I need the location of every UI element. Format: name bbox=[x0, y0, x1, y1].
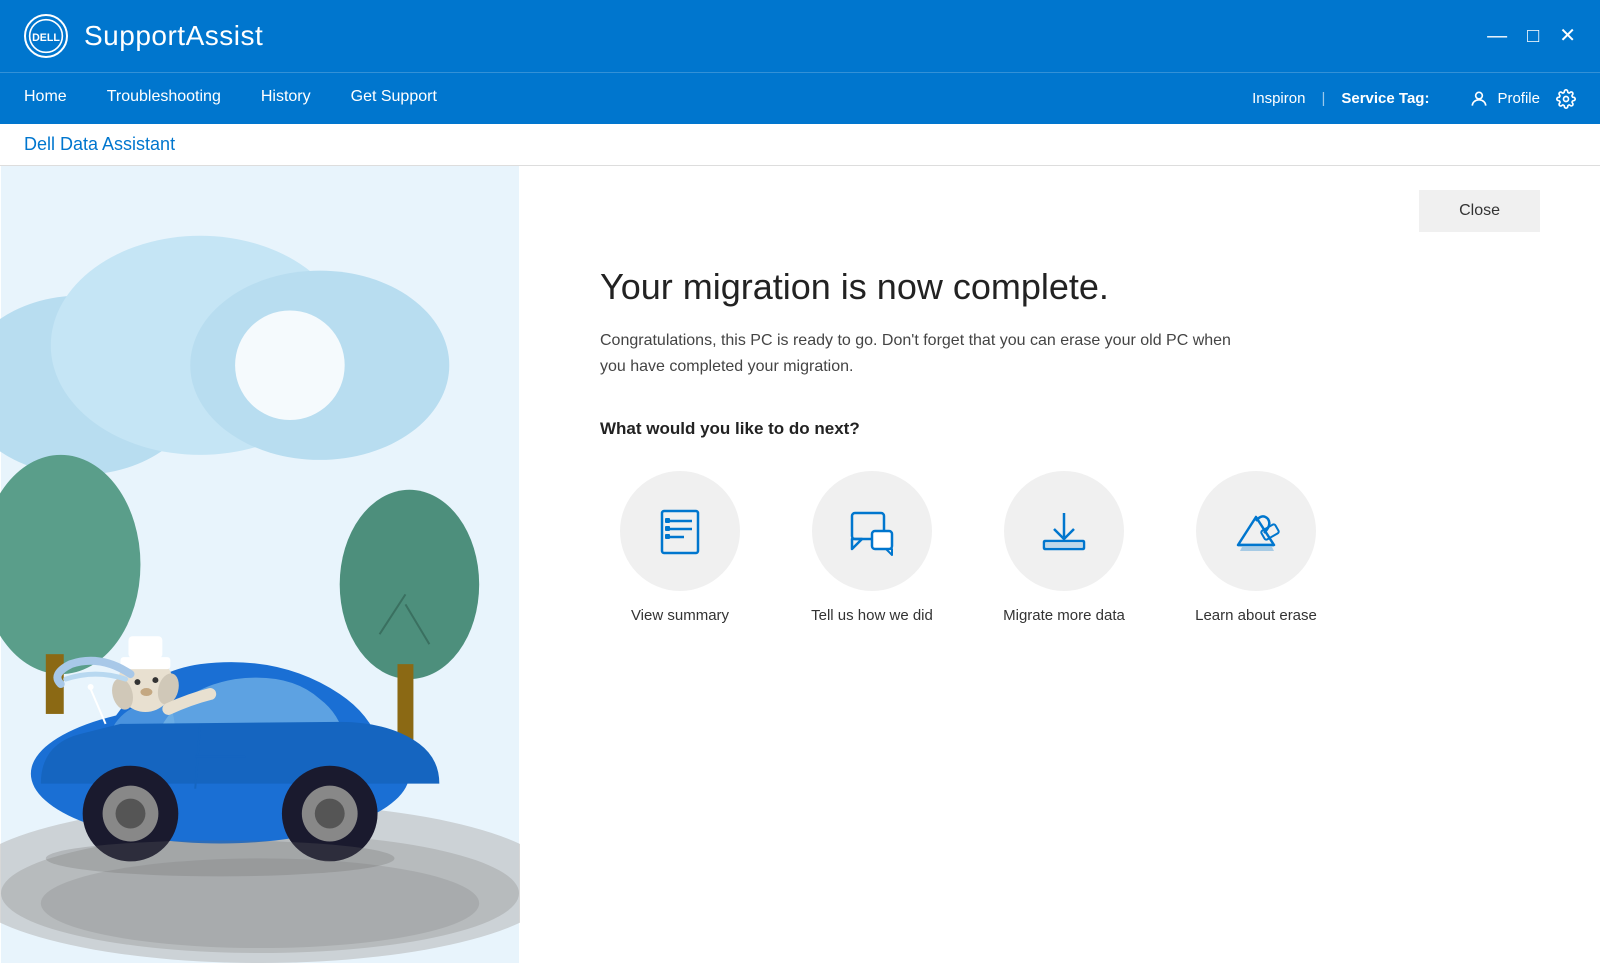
right-content: Close Your migration is now complete. Co… bbox=[520, 166, 1600, 963]
main-content: Close Your migration is now complete. Co… bbox=[0, 166, 1600, 963]
nav-links: Home Troubleshooting History Get Support bbox=[24, 88, 437, 110]
maximize-button[interactable]: □ bbox=[1527, 26, 1539, 46]
migrate-more-circle bbox=[1004, 471, 1124, 591]
minimize-button[interactable]: — bbox=[1487, 26, 1507, 46]
nav-bar: Home Troubleshooting History Get Support… bbox=[0, 72, 1600, 124]
window-controls: — □ ✕ bbox=[1487, 26, 1576, 46]
nav-get-support[interactable]: Get Support bbox=[351, 88, 437, 110]
view-summary-circle bbox=[620, 471, 740, 591]
migrate-more-card[interactable]: Migrate more data bbox=[984, 471, 1144, 624]
list-icon bbox=[652, 503, 708, 559]
nav-right: Inspiron | Service Tag: Profile bbox=[1252, 89, 1576, 109]
close-button[interactable]: Close bbox=[1419, 190, 1540, 232]
profile-icon[interactable] bbox=[1469, 89, 1489, 109]
device-name: Inspiron bbox=[1252, 90, 1305, 107]
nav-history[interactable]: History bbox=[261, 88, 311, 110]
migration-description: Congratulations, this PC is ready to go.… bbox=[600, 328, 1240, 379]
tell-us-circle bbox=[812, 471, 932, 591]
illustration-area bbox=[0, 166, 520, 963]
service-tag-label: Service Tag: bbox=[1341, 90, 1429, 107]
view-summary-card[interactable]: View summary bbox=[600, 471, 760, 624]
tell-us-card[interactable]: Tell us how we did bbox=[792, 471, 952, 624]
profile-label[interactable]: Profile bbox=[1497, 90, 1540, 107]
nav-home[interactable]: Home bbox=[24, 88, 67, 110]
migration-title: Your migration is now complete. bbox=[600, 266, 1540, 308]
nav-separator: | bbox=[1321, 90, 1325, 107]
migrate-more-label: Migrate more data bbox=[1003, 607, 1125, 624]
app-title: SupportAssist bbox=[84, 20, 263, 52]
title-bar: DELL SupportAssist — □ ✕ bbox=[0, 0, 1600, 72]
download-icon bbox=[1036, 503, 1092, 559]
action-cards: View summary Tell us how we did bbox=[600, 471, 1540, 624]
next-label: What would you like to do next? bbox=[600, 419, 1540, 439]
subheader-title: Dell Data Assistant bbox=[24, 134, 175, 154]
erase-icon bbox=[1228, 503, 1284, 559]
tell-us-label: Tell us how we did bbox=[811, 607, 933, 624]
learn-erase-card[interactable]: Learn about erase bbox=[1176, 471, 1336, 624]
settings-icon[interactable] bbox=[1556, 89, 1576, 109]
dell-logo: DELL bbox=[24, 14, 68, 58]
learn-erase-circle bbox=[1196, 471, 1316, 591]
close-window-button[interactable]: ✕ bbox=[1559, 26, 1576, 46]
svg-text:DELL: DELL bbox=[32, 32, 60, 44]
feedback-icon bbox=[844, 503, 900, 559]
subheader: Dell Data Assistant bbox=[0, 124, 1600, 166]
nav-troubleshooting[interactable]: Troubleshooting bbox=[107, 88, 221, 110]
learn-erase-label: Learn about erase bbox=[1195, 607, 1317, 624]
profile-section: Profile bbox=[1469, 89, 1576, 109]
view-summary-label: View summary bbox=[631, 607, 729, 624]
